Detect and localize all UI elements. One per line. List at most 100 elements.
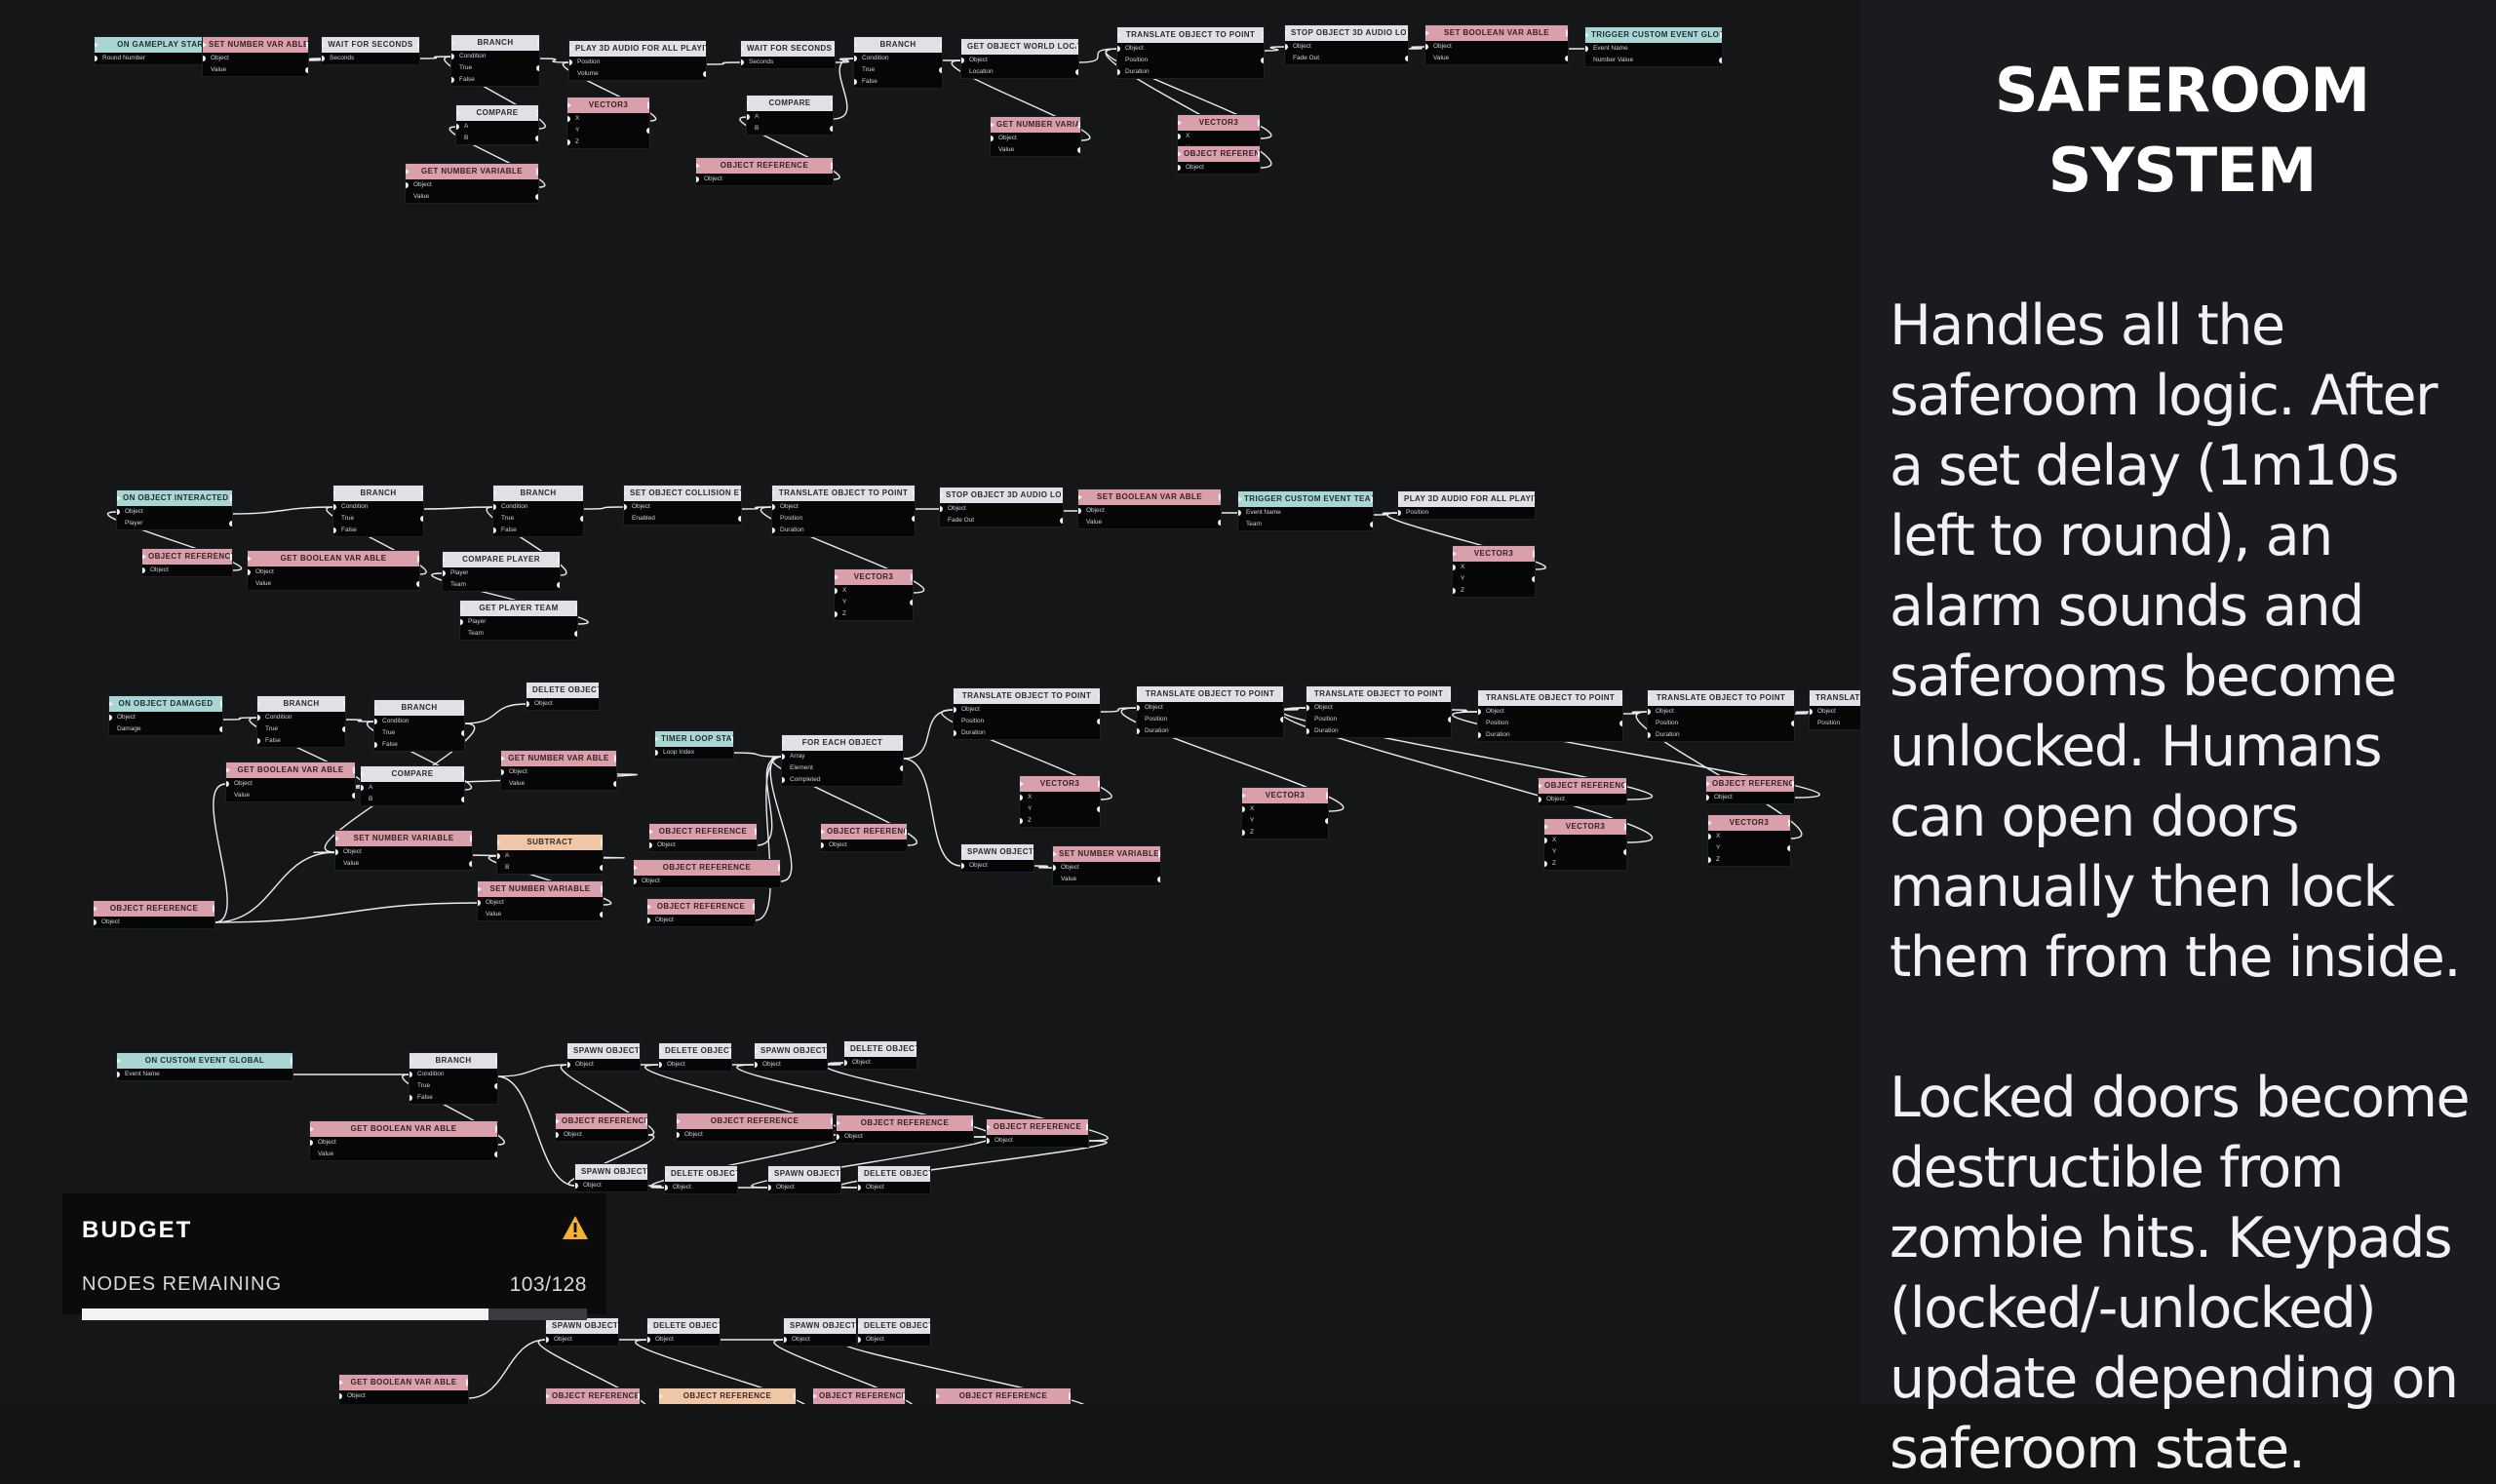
exec-out-arrow-icon[interactable] bbox=[901, 739, 903, 747]
exec-out-arrow-icon[interactable] bbox=[616, 1322, 618, 1330]
pin-connector-icon[interactable] bbox=[546, 1337, 549, 1343]
pin-connector-icon[interactable] bbox=[117, 1072, 120, 1077]
exec-out-arrow-icon[interactable] bbox=[1098, 692, 1100, 700]
graph-node[interactable]: Subtract A B bbox=[497, 835, 603, 874]
pin-connector-icon[interactable] bbox=[226, 781, 229, 787]
pin-connector-icon[interactable] bbox=[1453, 588, 1456, 594]
pin-connector-icon[interactable] bbox=[461, 730, 464, 736]
pin-connector-icon[interactable] bbox=[94, 919, 97, 925]
pin-connector-icon[interactable] bbox=[339, 1393, 342, 1399]
exec-out-arrow-icon[interactable] bbox=[1566, 29, 1568, 37]
pin-connector-icon[interactable] bbox=[696, 176, 699, 182]
graph-node[interactable]: Delete Object Object bbox=[647, 1318, 720, 1346]
exec-in-arrow-icon[interactable] bbox=[624, 489, 628, 497]
graph-node[interactable]: Translate Object to Point Object Position D… bbox=[1648, 690, 1794, 741]
exec-in-arrow-icon[interactable] bbox=[501, 755, 505, 762]
graph-node[interactable]: Trigger Custom Event Team Event Name Team bbox=[1238, 491, 1373, 530]
graph-node[interactable]: Set Object Collision EnabledObjectEnable… bbox=[624, 486, 741, 525]
graph-node[interactable]: Object ReferenceObject bbox=[1539, 778, 1626, 805]
pin-connector-icon[interactable] bbox=[451, 54, 454, 59]
pin-connector-icon[interactable] bbox=[1280, 717, 1283, 722]
exec-in-arrow-icon[interactable] bbox=[1178, 119, 1182, 127]
exec-in-arrow-icon[interactable] bbox=[575, 1168, 579, 1176]
exec-in-arrow-icon[interactable] bbox=[406, 168, 410, 176]
pin-connector-icon[interactable] bbox=[772, 504, 775, 510]
exec-in-arrow-icon[interactable] bbox=[747, 99, 751, 107]
pin-connector-icon[interactable] bbox=[567, 1062, 570, 1068]
pin-connector-icon[interactable] bbox=[494, 1083, 497, 1089]
pin-connector-icon[interactable] bbox=[961, 863, 964, 869]
pin-connector-icon[interactable] bbox=[755, 1062, 758, 1068]
pin-connector-icon[interactable] bbox=[600, 912, 603, 918]
graph-node[interactable]: Object ReferenceObject bbox=[837, 1115, 973, 1143]
pin-connector-icon[interactable] bbox=[1285, 44, 1288, 50]
exec-out-arrow-icon[interactable] bbox=[1258, 119, 1260, 127]
graph-node[interactable]: Vector3XYZ bbox=[835, 569, 913, 620]
pin-connector-icon[interactable] bbox=[305, 67, 308, 73]
pin-connector-icon[interactable] bbox=[1060, 518, 1063, 524]
exec-out-arrow-icon[interactable] bbox=[1371, 495, 1373, 503]
graph-node[interactable]: Timer Loop StartLoop Index bbox=[655, 731, 733, 759]
pin-connector-icon[interactable] bbox=[854, 56, 857, 61]
pin-connector-icon[interactable] bbox=[142, 567, 145, 573]
exec-in-arrow-icon[interactable] bbox=[335, 835, 339, 842]
pin-connector-icon[interactable] bbox=[1097, 806, 1100, 812]
graph-node[interactable]: Branch Condition True False bbox=[333, 486, 423, 536]
exec-in-arrow-icon[interactable] bbox=[1137, 690, 1141, 698]
exec-in-arrow-icon[interactable] bbox=[556, 1117, 560, 1125]
exec-in-arrow-icon[interactable] bbox=[567, 1047, 571, 1055]
pin-connector-icon[interactable] bbox=[257, 738, 260, 744]
exec-out-arrow-icon[interactable] bbox=[645, 1117, 647, 1125]
pin-connector-icon[interactable] bbox=[1020, 795, 1023, 801]
pin-connector-icon[interactable] bbox=[342, 726, 345, 732]
exec-out-arrow-icon[interactable] bbox=[1533, 495, 1535, 503]
pin-connector-icon[interactable] bbox=[567, 116, 570, 122]
graph-node[interactable]: Compare A B bbox=[456, 105, 538, 144]
graph-node[interactable]: Delete Object Object bbox=[665, 1166, 737, 1193]
graph-node[interactable]: Set Boolean Var Able Object Value bbox=[1078, 489, 1221, 528]
pin-connector-icon[interactable] bbox=[469, 861, 472, 867]
graph-node[interactable]: Branch Condition True False bbox=[854, 37, 942, 88]
graph-node[interactable]: Get Number Var Able Object Value bbox=[501, 751, 616, 790]
graph-node[interactable]: Vector3XYZ bbox=[567, 98, 649, 148]
exec-in-arrow-icon[interactable] bbox=[991, 121, 994, 129]
exec-in-arrow-icon[interactable] bbox=[837, 1119, 840, 1127]
pin-connector-icon[interactable] bbox=[954, 707, 956, 713]
exec-in-arrow-icon[interactable] bbox=[696, 162, 700, 170]
exec-out-arrow-icon[interactable] bbox=[1788, 819, 1790, 827]
graph-node[interactable]: Delete Object Object bbox=[844, 1041, 916, 1069]
exec-out-arrow-icon[interactable] bbox=[928, 1170, 930, 1178]
pin-connector-icon[interactable] bbox=[1306, 728, 1309, 734]
exec-in-arrow-icon[interactable] bbox=[94, 905, 98, 913]
exec-out-arrow-icon[interactable] bbox=[704, 45, 706, 53]
pin-connector-icon[interactable] bbox=[647, 1337, 650, 1343]
pin-connector-icon[interactable] bbox=[782, 777, 785, 783]
exec-in-arrow-icon[interactable] bbox=[567, 101, 571, 109]
pin-connector-icon[interactable] bbox=[647, 918, 650, 923]
pin-connector-icon[interactable] bbox=[361, 785, 364, 791]
pin-connector-icon[interactable] bbox=[567, 139, 570, 145]
pin-connector-icon[interactable] bbox=[772, 527, 775, 533]
exec-in-arrow-icon[interactable] bbox=[821, 828, 825, 836]
pin-connector-icon[interactable] bbox=[1137, 728, 1140, 734]
exec-out-arrow-icon[interactable] bbox=[831, 162, 833, 170]
pin-connector-icon[interactable] bbox=[1539, 797, 1541, 802]
pin-connector-icon[interactable] bbox=[1810, 709, 1813, 715]
exec-out-arrow-icon[interactable] bbox=[470, 835, 472, 842]
graph-node[interactable]: Vector3XYZ bbox=[1544, 819, 1626, 870]
pin-connector-icon[interactable] bbox=[416, 581, 419, 587]
exec-out-arrow-icon[interactable] bbox=[911, 573, 913, 581]
pin-connector-icon[interactable] bbox=[493, 504, 496, 510]
pin-connector-icon[interactable] bbox=[1137, 705, 1140, 711]
pin-connector-icon[interactable] bbox=[460, 619, 463, 625]
pin-connector-icon[interactable] bbox=[117, 509, 120, 515]
graph-node[interactable]: Set Number Variable Object Value bbox=[335, 831, 472, 870]
graph-node[interactable]: Get Number VariableObjectValue bbox=[406, 164, 538, 203]
graph-node[interactable]: Object ReferenceObject bbox=[987, 1119, 1088, 1147]
pin-connector-icon[interactable] bbox=[961, 58, 964, 63]
graph-node[interactable]: Get Boolean Var AbleObjectValue bbox=[310, 1121, 497, 1160]
exec-in-arrow-icon[interactable] bbox=[634, 864, 638, 872]
exec-in-arrow-icon[interactable] bbox=[1585, 31, 1589, 39]
graph-node[interactable]: Wait for Seconds Seconds bbox=[741, 41, 835, 68]
pin-connector-icon[interactable] bbox=[1619, 721, 1622, 726]
